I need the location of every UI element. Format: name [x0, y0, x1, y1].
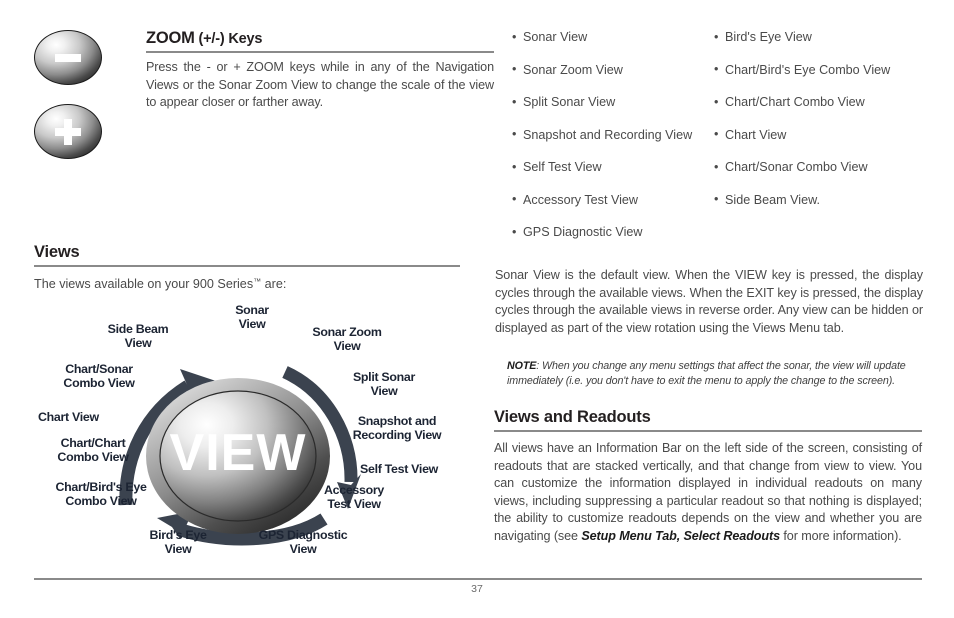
- page-number: 37: [471, 583, 483, 595]
- note-text: : When you change any menu settings that…: [507, 360, 906, 387]
- heading-rule: [146, 51, 494, 53]
- wheel-label-chart-chart-combo-view: Chart/Chart Combo View: [57, 436, 129, 465]
- zoom-keys-body-text: Press the - or + ZOOM keys while in any …: [146, 60, 494, 110]
- trademark-symbol: ™: [253, 277, 262, 286]
- list-item: Chart/Sonar Combo View: [714, 160, 890, 175]
- list-item: Sonar Zoom View: [512, 62, 692, 78]
- left-column: ZOOM (+/-) Keys Press the - or + ZOOM ke…: [34, 22, 494, 172]
- zoom-keys-heading: ZOOM (+/-) Keys: [146, 30, 494, 51]
- wheel-label-sonar-zoom-view: Sonar Zoom View: [312, 325, 382, 354]
- views-readouts-heading: Views and Readouts: [494, 408, 651, 426]
- list-item: Chart/Bird's Eye Combo View: [714, 62, 890, 78]
- views-list-left: Sonar View Sonar Zoom View Split Sonar V…: [512, 30, 692, 258]
- wheel-label-chart-birds-eye-combo-view: Chart/Bird's Eye Combo View: [55, 480, 147, 509]
- views-readouts-heading-wrap: Views and Readouts: [494, 408, 922, 432]
- list-item: Snapshot and Recording View: [512, 127, 692, 143]
- list-item: GPS Diagnostic View: [512, 225, 692, 240]
- list-item: Split Sonar View: [512, 95, 692, 110]
- heading-rule: [494, 430, 922, 432]
- views-readouts-body-part2: for more information).: [780, 528, 902, 543]
- zoom-in-key-icon: [34, 104, 102, 159]
- wheel-label-birds-eye-view: Bird's Eye View: [149, 528, 207, 557]
- list-item: Side Beam View.: [714, 192, 890, 208]
- wheel-label-self-test-view: Self Test View: [360, 462, 438, 476]
- footer-rule: [34, 578, 922, 580]
- views-heading-wrap: Views: [34, 243, 460, 267]
- zoom-keys-heading-wrap: ZOOM (+/-) Keys: [146, 30, 494, 53]
- minus-icon: [55, 53, 81, 62]
- list-item: Self Test View: [512, 160, 692, 175]
- view-rotation-diagram: VIEW Sonar View Sonar Zoom View Split So…: [30, 296, 470, 572]
- wheel-label-gps-diagnostic-view: GPS Diagnostic View: [258, 528, 348, 557]
- default-view-paragraph: Sonar View is the default view. When the…: [495, 268, 923, 335]
- views-intro-after: are:: [261, 277, 287, 291]
- zoom-keys-heading-main: ZOOM: [146, 29, 195, 47]
- list-item: Sonar View: [512, 30, 692, 45]
- list-item: Chart/Chart Combo View: [714, 95, 890, 110]
- zoom-keys-heading-rest: (+/-) Keys: [194, 31, 263, 47]
- views-heading: Views: [34, 243, 80, 261]
- note-paragraph: NOTE: When you change any menu settings …: [507, 359, 922, 389]
- zoom-out-key-icon: [34, 30, 102, 85]
- zoom-keys-section: ZOOM (+/-) Keys Press the - or + ZOOM ke…: [34, 22, 494, 172]
- wheel-label-split-sonar-view: Split Sonar View: [352, 370, 416, 399]
- views-readouts-body-part1: All views have an Information Bar on the…: [494, 441, 922, 543]
- views-readouts-body: All views have an Information Bar on the…: [494, 440, 922, 546]
- wheel-label-chart-sonar-combo-view: Chart/Sonar Combo View: [63, 362, 135, 391]
- list-item: Chart View: [714, 127, 890, 143]
- view-wheel-center-label: VIEW: [170, 424, 307, 482]
- manual-page: ZOOM (+/-) Keys Press the - or + ZOOM ke…: [0, 0, 954, 618]
- views-intro-text: The views available on your 900 Series™ …: [34, 273, 464, 293]
- wheel-label-chart-view: Chart View: [38, 410, 99, 424]
- wheel-label-accessory-test-view: Accessory Test View: [324, 483, 384, 512]
- views-list-right: Bird's Eye View Chart/Bird's Eye Combo V…: [714, 30, 890, 225]
- plus-icon-vertical: [64, 118, 72, 145]
- wheel-label-sonar-view: Sonar View: [235, 303, 269, 332]
- list-item: Bird's Eye View: [714, 30, 890, 45]
- wheel-label-snapshot-recording-view: Snapshot and Recording View: [352, 414, 442, 443]
- heading-rule: [34, 265, 460, 267]
- list-item: Accessory Test View: [512, 192, 692, 208]
- views-intro-before: The views available on your 900 Series: [34, 277, 254, 291]
- views-readouts-emphasis: Setup Menu Tab, Select Readouts: [581, 528, 780, 543]
- wheel-label-side-beam-view: Side Beam View: [107, 322, 169, 351]
- note-label: NOTE: [507, 360, 537, 372]
